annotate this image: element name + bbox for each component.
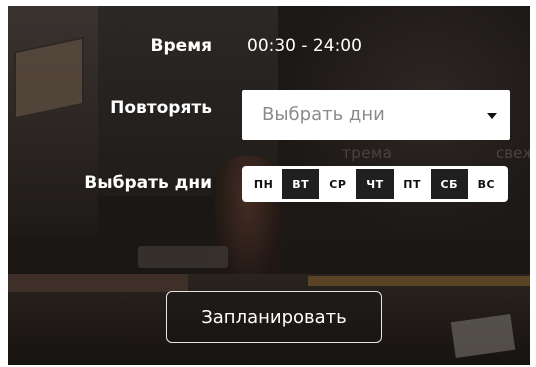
day-picker: ПН ВТ СР ЧТ ПТ СБ ВС [242, 166, 508, 202]
schedule-panel: трема свеж Время 00:30 - 24:00 Повторять… [8, 6, 530, 365]
schedule-button[interactable]: Запланировать [166, 291, 382, 343]
repeat-select[interactable]: Выбрать дни [242, 90, 510, 140]
repeat-label: Повторять [110, 98, 212, 118]
time-value: 00:30 - 24:00 [247, 36, 362, 56]
day-toggle[interactable]: ВТ [282, 169, 320, 199]
repeat-select-value: Выбрать дни [262, 104, 385, 125]
chevron-down-icon [487, 113, 497, 119]
day-toggle[interactable]: ЧТ [356, 169, 394, 199]
days-label: Выбрать дни [84, 173, 212, 193]
background-sign-left: трема [342, 144, 393, 162]
day-toggle[interactable]: СБ [430, 169, 468, 199]
background-sign-right: свеж [496, 144, 530, 162]
day-toggle[interactable]: ПН [245, 169, 282, 199]
day-toggle[interactable]: ВС [468, 169, 505, 199]
time-label: Время [150, 36, 212, 56]
day-toggle[interactable]: СР [319, 169, 356, 199]
day-toggle[interactable]: ПТ [394, 169, 431, 199]
